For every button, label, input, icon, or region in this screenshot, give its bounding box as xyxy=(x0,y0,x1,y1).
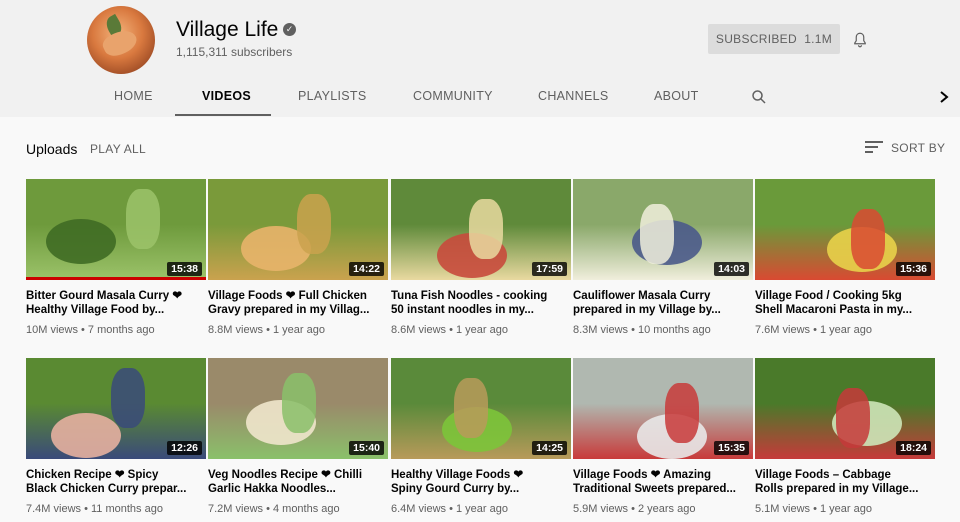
video-title-line: 50 instant noodles in my... xyxy=(391,304,534,316)
video-thumbnail[interactable]: 18:24 xyxy=(755,358,935,459)
subscriber-count: 1,115,311 subscribers xyxy=(176,45,293,59)
video-title-line: Village Foods – Cabbage xyxy=(755,469,891,481)
video-thumbnail[interactable]: 12:26 xyxy=(26,358,206,459)
tab-home[interactable]: HOME xyxy=(114,89,153,103)
video-duration: 15:35 xyxy=(714,441,749,455)
video-thumbnail[interactable]: 14:22 xyxy=(208,179,388,280)
active-tab-indicator xyxy=(175,114,271,116)
channel-name[interactable]: Village Life xyxy=(176,18,278,42)
video-title-line: Village Foods ❤ Full Chicken xyxy=(208,290,367,302)
subscribed-label: SUBSCRIBED xyxy=(715,32,797,46)
video-thumbnail[interactable]: 14:25 xyxy=(391,358,571,459)
video-title-line: Village Foods ❤ Amazing xyxy=(573,469,712,481)
video-title-line: Spiny Gourd Curry by... xyxy=(391,483,520,495)
video-title-line: prepared in my Village by... xyxy=(573,304,721,316)
video-title-line: Gravy prepared in my Villag... xyxy=(208,304,370,316)
video-thumbnail[interactable]: 15:36 xyxy=(755,179,935,280)
video-title[interactable]: Bitter Gourd Masala Curry ❤ Healthy Villa… xyxy=(26,289,206,317)
video-title-line: Chicken Recipe ❤ Spicy xyxy=(26,469,159,481)
bell-icon[interactable] xyxy=(851,31,869,49)
video-title-line: Village Food / Cooking 5kg xyxy=(755,290,902,302)
video-thumbnail[interactable]: 15:40 xyxy=(208,358,388,459)
tab-about[interactable]: ABOUT xyxy=(654,89,699,103)
video-meta: 5.1M views • 1 year ago xyxy=(755,503,872,515)
chevron-right-icon[interactable] xyxy=(936,88,952,106)
video-meta: 7.6M views • 1 year ago xyxy=(755,324,872,336)
tab-community[interactable]: COMMUNITY xyxy=(413,89,493,103)
video-title-line: Garlic Hakka Noodles... xyxy=(208,483,336,495)
video-card[interactable]: 12:26 Chicken Recipe ❤ Spicy Black Chicken… xyxy=(26,358,206,515)
video-card[interactable]: 14:22 Village Foods ❤ Full Chicken Gravy p… xyxy=(208,179,388,336)
subscribed-count: 1.1M xyxy=(804,32,833,46)
video-card[interactable]: 15:35 Village Foods ❤ Amazing Traditional … xyxy=(573,358,753,515)
video-thumbnail[interactable]: 14:03 xyxy=(573,179,753,280)
video-title[interactable]: Healthy Village Foods ❤ Spiny Gourd Curry… xyxy=(391,468,571,496)
video-meta: 8.8M views • 1 year ago xyxy=(208,324,325,336)
video-meta: 5.9M views • 2 years ago xyxy=(573,503,696,515)
video-thumbnail[interactable]: 17:59 xyxy=(391,179,571,280)
video-duration: 17:59 xyxy=(532,262,567,276)
tab-videos[interactable]: VIDEOS xyxy=(202,89,251,103)
search-icon[interactable] xyxy=(750,88,768,106)
video-title[interactable]: Village Foods ❤ Full Chicken Gravy prepar… xyxy=(208,289,388,317)
video-title-line: Bitter Gourd Masala Curry ❤ xyxy=(26,290,182,302)
video-meta: 10M views • 7 months ago xyxy=(26,324,155,336)
video-title-line: Shell Macaroni Pasta in my... xyxy=(755,304,913,316)
tab-playlists[interactable]: PLAYLISTS xyxy=(298,89,366,103)
video-title-line: Tuna Fish Noodles - cooking xyxy=(391,290,548,302)
video-title-line: Veg Noodles Recipe ❤ Chilli xyxy=(208,469,363,481)
video-duration: 12:26 xyxy=(167,441,202,455)
tab-channels[interactable]: CHANNELS xyxy=(538,89,608,103)
video-duration: 15:38 xyxy=(167,262,202,276)
video-card[interactable]: 14:25 Healthy Village Foods ❤ Spiny Gourd … xyxy=(391,358,571,515)
video-duration: 18:24 xyxy=(896,441,931,455)
video-card[interactable]: 14:03 Cauliflower Masala Curry prepared in… xyxy=(573,179,753,336)
video-card[interactable]: 15:40 Veg Noodles Recipe ❤ Chilli Garlic H… xyxy=(208,358,388,515)
video-title[interactable]: Village Foods ❤ Amazing Traditional Sweet… xyxy=(573,468,753,496)
video-duration: 15:40 xyxy=(349,441,384,455)
video-meta: 8.6M views • 1 year ago xyxy=(391,324,508,336)
sort-by-button[interactable]: SORT BY xyxy=(891,141,945,155)
channel-avatar[interactable] xyxy=(87,6,155,74)
video-duration: 14:03 xyxy=(714,262,749,276)
video-title[interactable]: Cauliflower Masala Curry prepared in my V… xyxy=(573,289,753,317)
video-duration: 14:22 xyxy=(349,262,384,276)
video-card[interactable]: 15:36 Village Food / Cooking 5kg Shell Mac… xyxy=(755,179,935,336)
video-meta: 7.2M views • 4 months ago xyxy=(208,503,340,515)
verified-icon: ✓ xyxy=(283,23,296,36)
video-title-line: Traditional Sweets prepared... xyxy=(573,483,736,495)
watch-progress-bar xyxy=(26,277,206,280)
video-card[interactable]: 15:38 Bitter Gourd Masala Curry ❤ Healthy … xyxy=(26,179,206,336)
video-duration: 14:25 xyxy=(532,441,567,455)
subscribed-button[interactable]: SUBSCRIBED 1.1M xyxy=(708,24,840,54)
video-title-line: Rolls prepared in my Village... xyxy=(755,483,919,495)
video-title-line: Black Chicken Curry prepar... xyxy=(26,483,187,495)
sort-icon[interactable] xyxy=(865,140,883,154)
video-duration: 15:36 xyxy=(896,262,931,276)
video-title-line: Healthy Village Food by... xyxy=(26,304,165,316)
channel-tabs: HOME VIDEOS PLAYLISTS COMMUNITY CHANNELS… xyxy=(0,74,960,117)
section-title: Uploads xyxy=(26,141,78,157)
video-card[interactable]: 17:59 Tuna Fish Noodles - cooking 50 insta… xyxy=(391,179,571,336)
video-title[interactable]: Veg Noodles Recipe ❤ Chilli Garlic Hakka … xyxy=(208,468,388,496)
video-title[interactable]: Village Foods – Cabbage Rolls prepared in… xyxy=(755,468,935,496)
video-thumbnail[interactable]: 15:38 xyxy=(26,179,206,280)
play-all-button[interactable]: PLAY ALL xyxy=(90,142,146,156)
video-title-line: Healthy Village Foods ❤ xyxy=(391,469,524,481)
video-meta: 7.4M views • 11 months ago xyxy=(26,503,163,515)
video-title[interactable]: Village Food / Cooking 5kg Shell Macaroni… xyxy=(755,289,935,317)
video-title[interactable]: Tuna Fish Noodles - cooking 50 instant no… xyxy=(391,289,571,317)
video-title-line: Cauliflower Masala Curry xyxy=(573,290,711,302)
video-meta: 6.4M views • 1 year ago xyxy=(391,503,508,515)
video-meta: 8.3M views • 10 months ago xyxy=(573,324,711,336)
video-title[interactable]: Chicken Recipe ❤ Spicy Black Chicken Curr… xyxy=(26,468,206,496)
channel-header: Village Life ✓ 1,115,311 subscribers SUB… xyxy=(0,0,960,117)
video-card[interactable]: 18:24 Village Foods – Cabbage Rolls prepar… xyxy=(755,358,935,515)
video-thumbnail[interactable]: 15:35 xyxy=(573,358,753,459)
